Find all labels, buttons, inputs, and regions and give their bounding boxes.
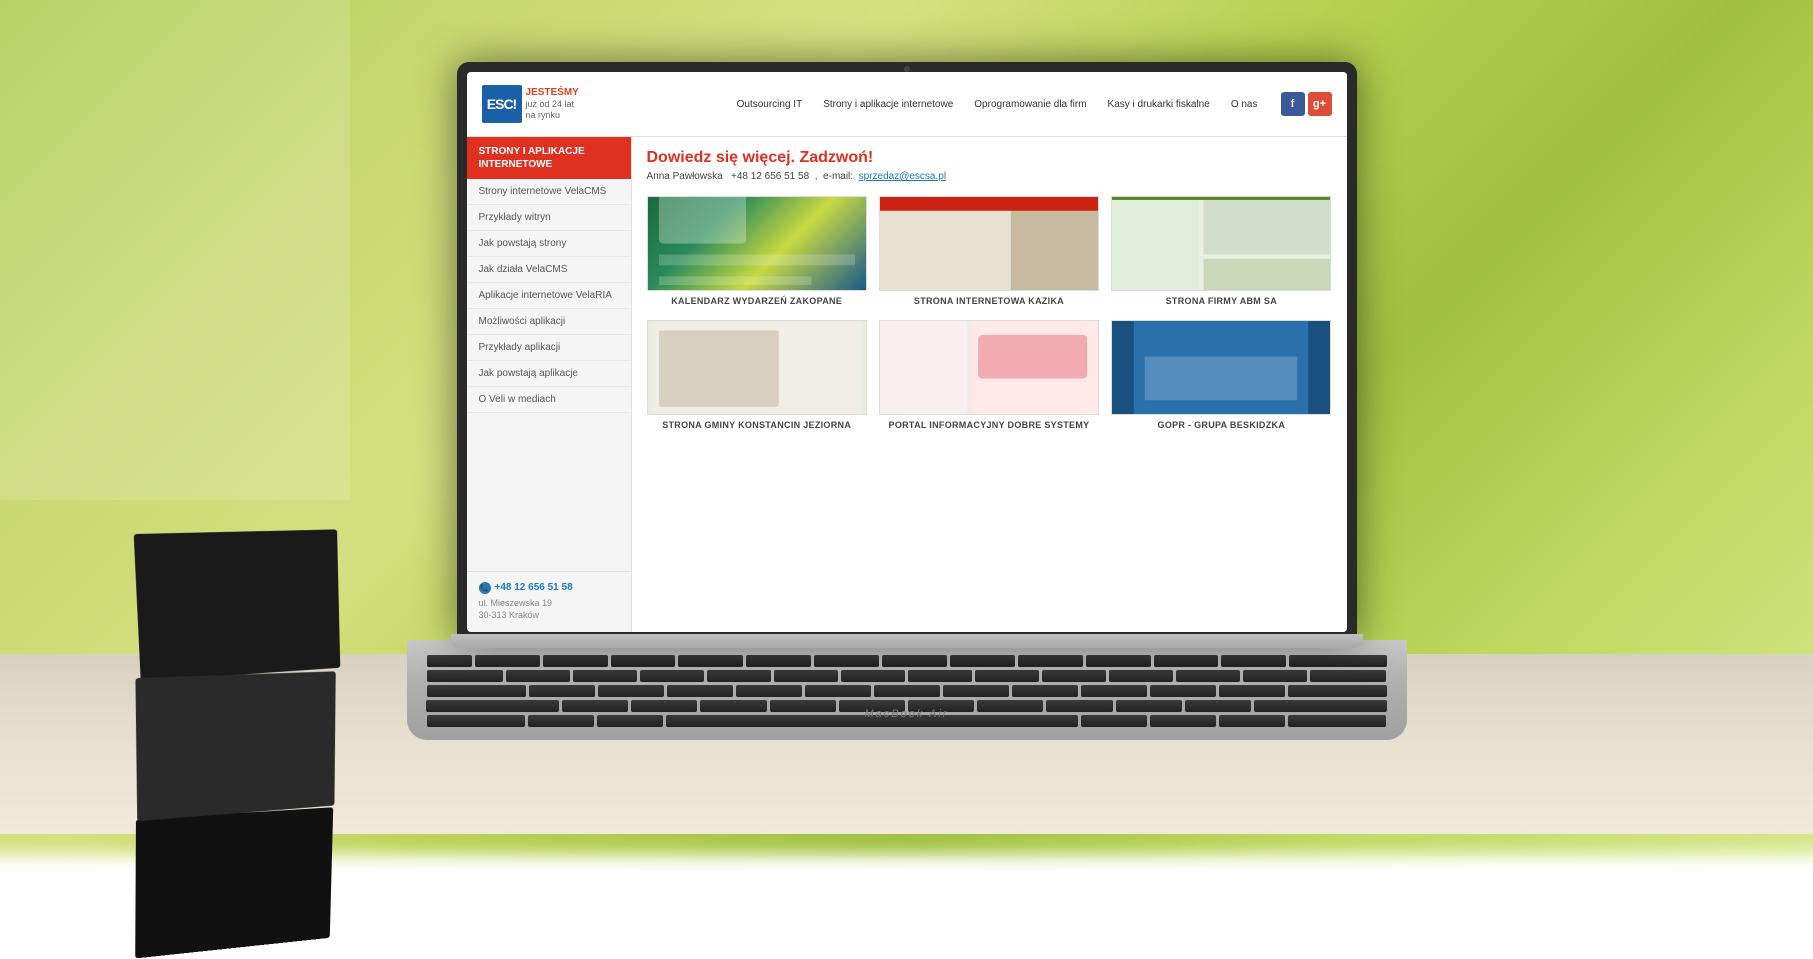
logo-tagline-1: JESTEŚMY — [526, 87, 579, 99]
cta-email[interactable]: sprzedaz@escsa.pl — [859, 171, 946, 182]
nav-item-oprogramowanie[interactable]: Oprogramowanie dla firm — [966, 94, 1094, 115]
sidebar-link-4[interactable]: Aplikacje internetowe VelaRIA — [467, 283, 631, 309]
portfolio-item-5[interactable]: GOPR - GRUPA BESKIDZKA — [1111, 320, 1331, 432]
cta-phone: +48 12 656 51 58 — [731, 171, 809, 182]
nav-item-kasy[interactable]: Kasy i drukarki fiskalne — [1100, 94, 1218, 115]
phone-icon: 📞 — [479, 582, 491, 594]
sidebar-link-6[interactable]: Przykłady aplikacji — [467, 335, 631, 361]
portfolio-item-2[interactable]: STRONA FIRMY ABM SA — [1111, 196, 1331, 308]
facebook-button[interactable]: f — [1281, 92, 1305, 116]
cta-heading: Dowiedz się więcej. Zadzwoń! — [647, 149, 1332, 167]
portfolio-thumb-0 — [647, 196, 867, 291]
portfolio-label-1: STRONA INTERNETOWA KAZIKA — [879, 296, 1099, 308]
sidebar-active-item[interactable]: STRONY I APLIKACJE INTERNETOWE — [467, 137, 631, 179]
sidebar-link-7[interactable]: Jak powstają aplikacje — [467, 361, 631, 387]
logo-text: ESC! — [487, 96, 516, 112]
portfolio-item-3[interactable]: STRONA GMINY KONSTANCIN JEZIORNA — [647, 320, 867, 432]
portfolio-label-2: STRONA FIRMY ABM SA — [1111, 296, 1331, 308]
notebook-stack — [137, 528, 451, 717]
laptop-brand: MacBook Air — [865, 708, 949, 720]
logo-tagline: JESTEŚMY już od 24 lat na rynku — [526, 87, 579, 121]
nav-item-outsourcing[interactable]: Outsourcing IT — [729, 94, 811, 115]
logo-box: ESC! — [482, 85, 522, 123]
nav-item-strony[interactable]: Strony i aplikacje internetowe — [815, 94, 961, 115]
notebook-3 — [135, 807, 333, 958]
window-left — [0, 0, 350, 500]
site-main: STRONY I APLIKACJE INTERNETOWE Strony in… — [467, 137, 1347, 632]
sidebar-link-1[interactable]: Przykłady witryn — [467, 205, 631, 231]
screen-bezel: ESC! JESTEŚMY już od 24 lat na rynku Out… — [457, 62, 1357, 642]
portfolio-label-5: GOPR - GRUPA BESKIDZKA — [1111, 420, 1331, 432]
laptop-outer-lip — [451, 634, 1363, 648]
sidebar-link-8[interactable]: O Veli w mediach — [467, 387, 631, 413]
portfolio-item-0[interactable]: KALENDARZ WYDARZEŃ ZAKOPANE — [647, 196, 867, 308]
content-area: Dowiedz się więcej. Zadzwoń! Anna Pawłow… — [632, 137, 1347, 632]
screen-inner: ESC! JESTEŚMY już od 24 lat na rynku Out… — [467, 72, 1347, 632]
portfolio-item-4[interactable]: PORTAL INFORMACYJNY DOBRE SYSTEMY — [879, 320, 1099, 432]
logo-tagline-3: na rynku — [526, 110, 579, 121]
nav-items: Outsourcing IT Strony i aplikacje intern… — [627, 94, 1266, 115]
portfolio-thumb-4 — [879, 320, 1099, 415]
sidebar-address-line2: 30-313 Kraków — [479, 609, 619, 622]
cta-name: Anna Pawłowska — [647, 171, 723, 182]
logo-tagline-2: już od 24 lat — [526, 99, 579, 110]
notebook-1 — [134, 529, 341, 681]
sidebar-phone-number: +48 12 656 51 58 — [495, 582, 573, 593]
nav-item-onas[interactable]: O nas — [1223, 94, 1266, 115]
laptop: ESC! JESTEŚMY już od 24 lat na rynku Out… — [407, 62, 1407, 742]
keyboard-base: MacBook Air — [407, 640, 1407, 740]
portfolio-thumb-1 — [879, 196, 1099, 291]
sidebar-link-0[interactable]: Strony internetowe VelaCMS — [467, 179, 631, 205]
sidebar-link-2[interactable]: Jak powstają strony — [467, 231, 631, 257]
portfolio-thumb-5 — [1111, 320, 1331, 415]
notebook-2 — [135, 671, 335, 821]
site-header: ESC! JESTEŚMY już od 24 lat na rynku Out… — [467, 72, 1347, 137]
social-icons: f g+ — [1281, 92, 1332, 116]
portfolio-label-3: STRONA GMINY KONSTANCIN JEZIORNA — [647, 420, 867, 432]
website: ESC! JESTEŚMY już od 24 lat na rynku Out… — [467, 72, 1347, 632]
cta-sub: Anna Pawłowska +48 12 656 51 58 , e-mail… — [647, 171, 1332, 182]
logo-area: ESC! JESTEŚMY już od 24 lat na rynku — [482, 85, 612, 123]
sidebar-link-3[interactable]: Jak działa VelaCMS — [467, 257, 631, 283]
sidebar: STRONY I APLIKACJE INTERNETOWE Strony in… — [467, 137, 632, 632]
sidebar-contact: 📞 +48 12 656 51 58 ul. Mieszewska 19 30-… — [467, 571, 631, 632]
googleplus-button[interactable]: g+ — [1308, 92, 1332, 116]
portfolio-grid: KALENDARZ WYDARZEŃ ZAKOPANE STRONA INTER… — [647, 196, 1332, 431]
portfolio-item-1[interactable]: STRONA INTERNETOWA KAZIKA — [879, 196, 1099, 308]
sidebar-address: ul. Mieszewska 19 30-313 Kraków — [479, 597, 619, 622]
sidebar-address-line1: ul. Mieszewska 19 — [479, 597, 619, 610]
sidebar-link-5[interactable]: Możliwości aplikacji — [467, 309, 631, 335]
portfolio-thumb-2 — [1111, 196, 1331, 291]
portfolio-thumb-3 — [647, 320, 867, 415]
portfolio-label-4: PORTAL INFORMACYJNY DOBRE SYSTEMY — [879, 420, 1099, 432]
cta-email-label: e-mail: — [823, 171, 853, 182]
sidebar-phone: 📞 +48 12 656 51 58 — [479, 582, 619, 594]
portfolio-label-0: KALENDARZ WYDARZEŃ ZAKOPANE — [647, 296, 867, 308]
